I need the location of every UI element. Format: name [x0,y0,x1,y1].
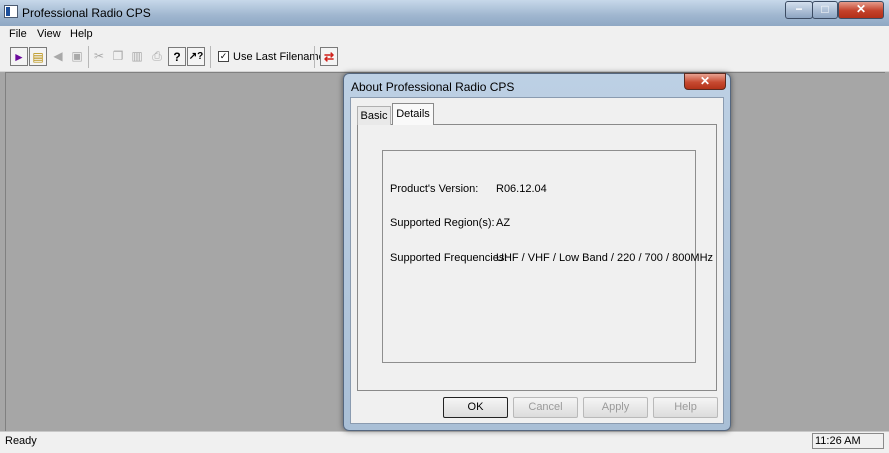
close-button[interactable]: ✕ [838,1,884,19]
product-version-value: R06.12.04 [496,183,547,195]
status-text: Ready [5,435,37,447]
toolbar-separator [314,46,315,68]
minimize-button[interactable]: − [785,1,813,19]
status-bar [0,431,889,453]
dialog-title: About Professional Radio CPS [351,80,515,94]
dialog-close-button[interactable]: ✕ [684,73,726,90]
transfer-icon[interactable]: ⇄ [320,47,338,66]
whats-this-help-icon[interactable]: ↗? [187,47,205,66]
back-icon[interactable]: ◀ [49,47,67,66]
toolbar-separator [210,46,211,68]
help-button[interactable]: Help [653,397,718,418]
open-folder-icon[interactable]: ▤ [29,47,47,66]
product-version-label: Product's Version: [390,183,479,195]
tab-details[interactable]: Details [392,103,434,125]
toolbar-separator [88,46,89,68]
supported-regions-value: AZ [496,217,511,229]
cut-icon[interactable]: ✂ [90,47,108,66]
maximize-button[interactable]: □ [812,1,838,19]
menu-file[interactable]: File [9,28,27,40]
cancel-button[interactable]: Cancel [513,397,578,418]
read-radio-icon[interactable]: ► [10,47,28,66]
ok-button[interactable]: OK [443,397,508,418]
save-icon[interactable]: ▣ [68,47,86,66]
use-last-filename-label[interactable]: Use Last Filename [233,51,325,63]
apply-button[interactable]: Apply [583,397,648,418]
menu-view[interactable]: View [37,28,61,40]
window-title: Professional Radio CPS [22,6,151,20]
app-icon[interactable] [4,5,18,18]
copy-icon[interactable]: ❐ [109,47,127,66]
status-time: 11:26 AM [815,435,861,447]
paste-icon[interactable]: ▥ [128,47,146,66]
tab-basic[interactable]: Basic [357,106,391,125]
use-last-filename-checkbox[interactable]: ✓ [218,51,229,62]
supported-regions-label: Supported Region(s): [390,217,495,229]
help-icon[interactable]: ? [168,47,186,66]
menu-help[interactable]: Help [70,28,93,40]
menu-bar [0,26,889,43]
print-icon[interactable]: ⎙ [148,47,166,66]
supported-frequencies-label: Supported Frequencies: [390,252,508,264]
supported-frequencies-value: UHF / VHF / Low Band / 220 / 700 / 800MH… [496,252,714,264]
